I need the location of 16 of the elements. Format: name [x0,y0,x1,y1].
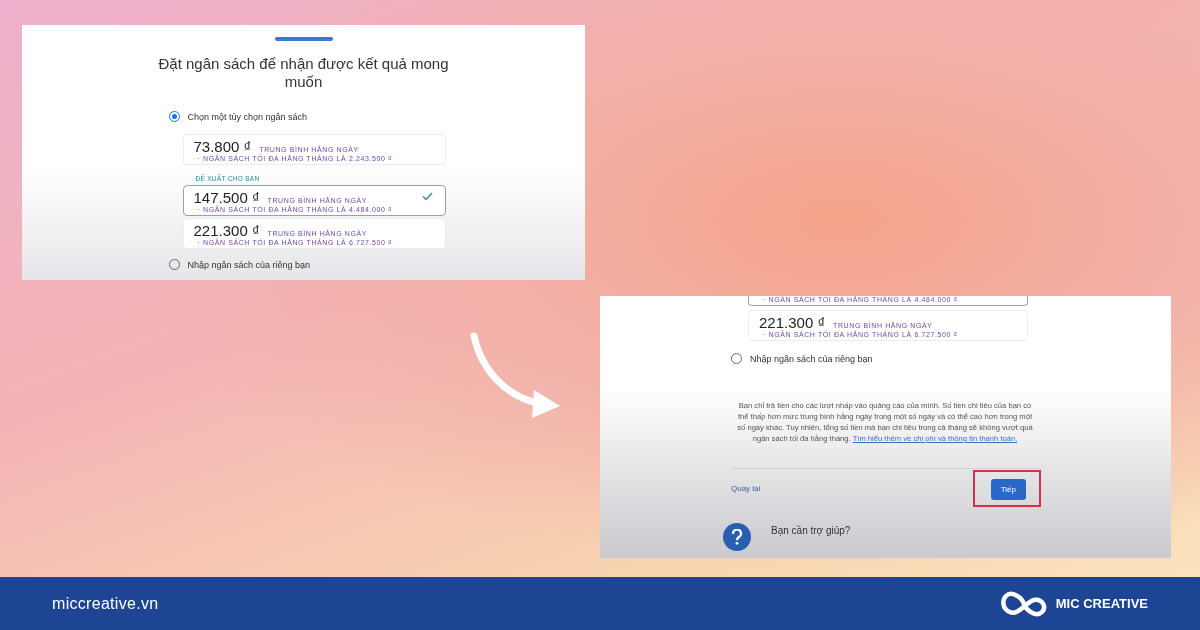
next-button[interactable]: Tiếp [990,479,1026,500]
back-button[interactable]: Quay lại [731,484,761,493]
budget-amount: 221.300 ₫ [759,314,826,331]
budget-amount: 147.500 ₫ [193,189,260,206]
brand-name: MIC CREATIVE [1055,596,1148,611]
radio-label: Chọn một tùy chọn ngân sách [187,111,308,122]
check-icon [421,192,433,201]
budget-amount: 73.800 ₫ [193,138,252,155]
radio-label: Nhập ngân sách của riêng bạn [750,353,873,364]
page-title: Đặt ngân sách để nhận được kết quả mong muốn [157,55,450,91]
budget-amount: 221.300 ₫ [193,222,260,239]
logo-icon [999,589,1048,618]
radio-label: Nhập ngân sách của riêng bạn [187,259,311,270]
help-icon [723,523,751,551]
website-address: miccreative.vn [52,594,159,613]
help-title: Bạn cần trợ giúp? [771,525,851,536]
